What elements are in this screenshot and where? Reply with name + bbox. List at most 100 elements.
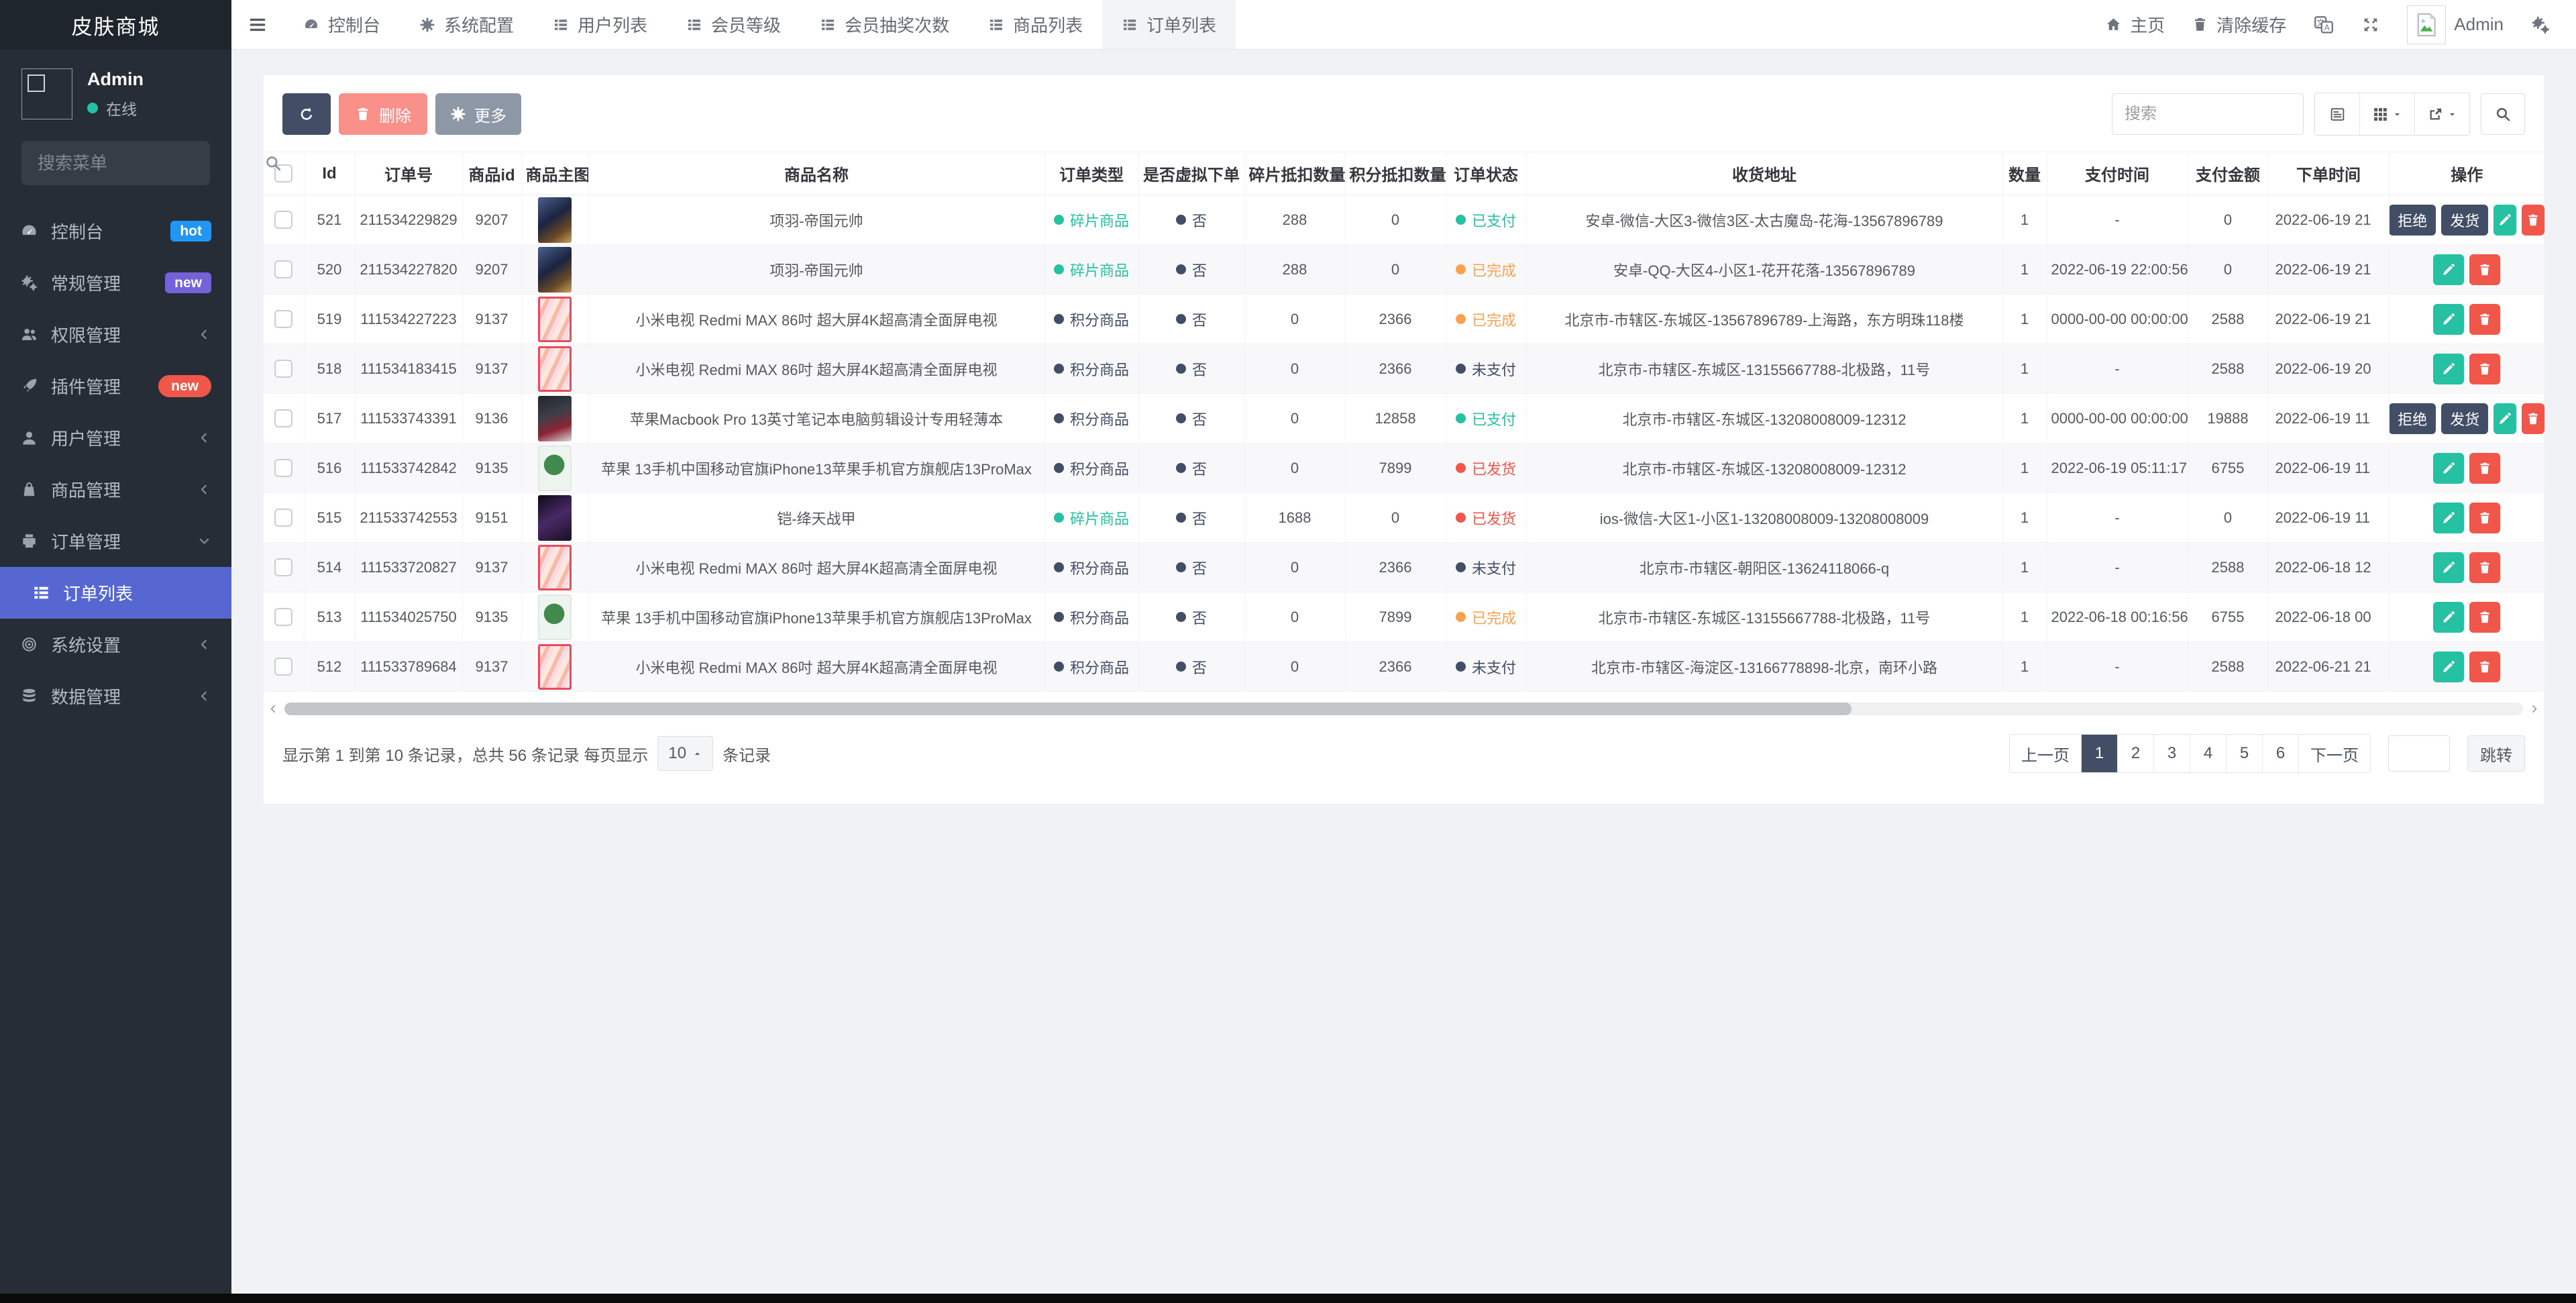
edit-button[interactable] [2433,354,2464,384]
refresh-button[interactable] [282,93,331,135]
page-button[interactable]: 4 [2190,735,2226,772]
jump-button[interactable]: 跳转 [2467,735,2525,772]
column-header-order_no[interactable]: 订单号 [355,152,462,195]
navbar-tab[interactable]: 系统配置 [400,0,533,49]
prev-page-button[interactable]: 上一页 [2010,735,2081,772]
settings-button[interactable] [2530,15,2551,35]
detail-view-button[interactable] [2315,93,2359,135]
scroll-right-arrow-icon[interactable] [2528,703,2540,715]
row-checkbox[interactable] [274,360,292,378]
column-header-id[interactable]: Id [304,152,355,195]
edit-button[interactable] [2493,403,2516,434]
column-header-status[interactable]: 订单状态 [1446,152,1526,195]
user-menu[interactable]: Admin [2407,5,2504,44]
delete-button[interactable] [2469,354,2500,384]
delete-button[interactable] [2469,304,2500,335]
sidebar-item[interactable]: 权限管理 [0,309,231,360]
table-search-input[interactable] [2112,93,2304,135]
column-header-product_id[interactable]: 商品id [462,152,521,195]
page-button[interactable]: 3 [2153,735,2190,772]
column-header-amount[interactable]: 支付金额 [2188,152,2268,195]
navbar-tab[interactable]: 会员抽奖次数 [800,0,969,49]
navbar-tab[interactable]: 用户列表 [533,0,667,49]
advanced-search-button[interactable] [2481,93,2525,135]
delete-button[interactable] [2522,205,2544,236]
edit-button[interactable] [2433,453,2464,484]
delete-button[interactable] [2469,503,2500,533]
column-header-qty[interactable]: 数量 [2002,152,2047,195]
scrollbar-track[interactable] [284,702,2523,715]
scrollbar-thumb[interactable] [284,702,1851,715]
edit-button[interactable] [2493,205,2516,236]
row-checkbox[interactable] [274,260,292,278]
column-header-thumb[interactable]: 商品主图 [521,152,588,195]
home-link[interactable]: 主页 [2105,12,2165,37]
reject-button[interactable]: 拒绝 [2389,205,2436,236]
sidebar-item[interactable]: 数据管理 [0,670,231,722]
ship-button[interactable]: 发货 [2441,403,2488,434]
sidebar-item[interactable]: 插件管理new [0,360,231,412]
row-checkbox[interactable] [274,658,292,676]
column-header-pay_time[interactable]: 支付时间 [2047,152,2188,195]
page-button[interactable]: 1 [2081,735,2117,772]
column-header-address[interactable]: 收货地址 [1526,152,2002,195]
clear-cache-button[interactable]: 清除缓存 [2192,12,2286,37]
status-dot [1456,364,1466,374]
sidebar-item[interactable]: 常规管理new [0,257,231,309]
next-page-button[interactable]: 下一页 [2298,735,2370,772]
column-header-order_time[interactable]: 下单时间 [2268,152,2389,195]
row-checkbox[interactable] [274,509,292,527]
row-checkbox[interactable] [274,310,292,328]
jump-page-input[interactable] [2388,735,2450,772]
edit-button[interactable] [2433,652,2464,682]
sidebar-item[interactable]: 控制台hot [0,205,231,257]
edit-button[interactable] [2433,602,2464,633]
navbar-tab[interactable]: 控制台 [284,0,400,49]
edit-button[interactable] [2433,552,2464,583]
delete-button[interactable] [2469,453,2500,484]
column-header-points[interactable]: 积分抵扣数量 [1345,152,1446,195]
column-header-type[interactable]: 订单类型 [1044,152,1138,195]
ship-button[interactable]: 发货 [2441,205,2488,236]
reject-button[interactable]: 拒绝 [2389,403,2436,434]
navbar-tab[interactable]: 会员等级 [667,0,800,49]
row-checkbox[interactable] [274,409,292,427]
row-checkbox[interactable] [274,558,292,576]
row-checkbox[interactable] [274,608,292,626]
delete-button[interactable]: 删除 [339,93,427,135]
page-button[interactable]: 6 [2262,735,2298,772]
page-button[interactable]: 2 [2117,735,2153,772]
column-header-frag[interactable]: 碎片抵扣数量 [1244,152,1345,195]
column-header-name[interactable]: 商品名称 [588,152,1044,195]
row-checkbox[interactable] [274,211,292,229]
sidebar-avatar[interactable] [21,68,72,119]
delete-button[interactable] [2469,254,2500,285]
sidebar-item[interactable]: 系统设置 [0,619,231,670]
sidebar-search-input[interactable] [36,152,264,174]
language-button[interactable] [2313,14,2334,36]
columns-button[interactable] [2359,93,2414,135]
sidebar-item[interactable]: 订单列表 [0,567,231,619]
sidebar-item[interactable]: 用户管理 [0,412,231,464]
navbar-tab[interactable]: 订单列表 [1102,0,1236,49]
edit-button[interactable] [2433,503,2464,533]
edit-button[interactable] [2433,304,2464,335]
row-checkbox[interactable] [274,459,292,477]
column-header-virtual[interactable]: 是否虚拟下单 [1138,152,1244,195]
sidebar-item[interactable]: 商品管理 [0,464,231,515]
column-header-ops[interactable]: 操作 [2389,152,2544,195]
sidebar-item[interactable]: 订单管理 [0,515,231,567]
page-size-dropdown[interactable]: 10 [657,736,713,771]
page-button[interactable]: 5 [2226,735,2262,772]
fullscreen-button[interactable] [2361,15,2380,34]
more-button[interactable]: 更多 [435,93,521,135]
delete-button[interactable] [2469,552,2500,583]
delete-button[interactable] [2469,652,2500,682]
delete-button[interactable] [2469,602,2500,633]
scroll-left-arrow-icon[interactable] [268,703,279,715]
delete-button[interactable] [2522,403,2544,434]
navbar-tab[interactable]: 商品列表 [969,0,1102,49]
export-button[interactable] [2414,93,2469,135]
sidebar-toggle-button[interactable] [231,0,284,49]
edit-button[interactable] [2433,254,2464,285]
